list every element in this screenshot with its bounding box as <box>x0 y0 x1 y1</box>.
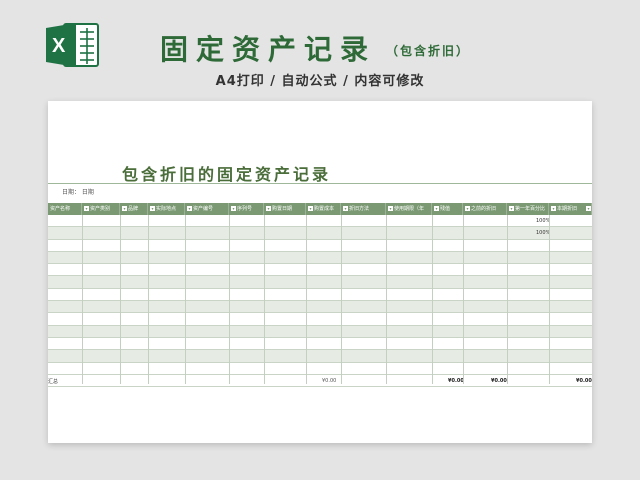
column-gridline <box>148 215 149 384</box>
filter-dropdown-icon[interactable]: ▾ <box>231 206 236 211</box>
table-row[interactable] <box>48 363 592 375</box>
column-header-label: 品牌 <box>128 206 139 212</box>
column-gridline <box>341 215 342 384</box>
filter-dropdown-icon[interactable]: ▾ <box>434 206 439 211</box>
column-header[interactable]: ▾ 之前的折旧 <box>463 203 507 215</box>
filter-dropdown-icon[interactable]: ▾ <box>465 206 470 211</box>
filter-dropdown-icon[interactable]: ▾ <box>150 206 155 211</box>
column-header-label: 之前的折旧 <box>471 206 497 212</box>
column-header[interactable]: ▾ 序列号 <box>229 203 264 215</box>
filter-dropdown-icon[interactable]: ▾ <box>586 206 591 211</box>
asset-table: 资产名称 ▾ 资产类别 ▾ 品牌 ▾ 实际地点 ▾ 资产编号 ▾ 序列号 ▾ 购置日期 ▾ 购置成本 ▾ 折旧方… <box>48 203 592 387</box>
column-header-label: 使用期限（年 <box>394 206 425 212</box>
page-header: X 固定资产记录 （包含折旧） A4打印 / 自动公式 / 内容可修改 <box>0 0 640 100</box>
filter-dropdown-icon[interactable]: ▾ <box>388 206 393 211</box>
filter-dropdown-icon[interactable]: ▾ <box>266 206 271 211</box>
column-header-label: 残值 <box>440 206 451 212</box>
table-row[interactable]: 100% <box>48 215 592 228</box>
tagline: A4打印 / 自动公式 / 内容可修改 <box>215 74 425 89</box>
column-header[interactable]: ▾ 资产编号 <box>185 203 229 215</box>
table-body: 100% 100% 汇总 ¥0.00 ¥0.00 ¥0.00 ¥0.00 <box>48 215 592 387</box>
column-gridline <box>264 215 265 384</box>
filter-dropdown-icon[interactable]: ▾ <box>509 206 514 211</box>
column-header-label: 资产名称 <box>50 206 71 212</box>
column-header[interactable]: ▾ 购置日期 <box>264 203 306 215</box>
title-divider <box>48 183 592 184</box>
filter-dropdown-icon[interactable]: ▾ <box>84 206 89 211</box>
column-header[interactable]: ▾ 第一年百分比 <box>507 203 549 215</box>
total-cost: ¥0.00 <box>322 377 337 384</box>
column-header-label: 实际地点 <box>156 206 177 212</box>
excel-logo-icon: X <box>46 23 99 67</box>
column-header[interactable]: 资产名称 <box>48 203 82 215</box>
page-title: 固定资产记录 <box>160 33 377 66</box>
sheet-title: 包含折旧的固定资产记录 <box>122 165 332 184</box>
column-gridline <box>229 215 230 384</box>
column-gridline <box>306 215 307 384</box>
column-header[interactable]: ▾ 使用期限（年 <box>386 203 432 215</box>
column-gridline <box>185 215 186 384</box>
column-header[interactable]: ▾ 残值 <box>432 203 463 215</box>
filter-dropdown-icon[interactable]: ▾ <box>343 206 348 211</box>
column-header[interactable]: ▾ 购置成本 <box>306 203 341 215</box>
column-header-label: 购置日期 <box>272 206 293 212</box>
column-header[interactable]: ▾ 资产类别 <box>82 203 120 215</box>
date-label: 日期： 日期 <box>62 189 94 196</box>
table-row[interactable] <box>48 350 592 363</box>
column-header-label: 序列号 <box>237 206 253 212</box>
filter-dropdown-icon[interactable]: ▾ <box>308 206 313 211</box>
column-gridline <box>432 215 433 384</box>
column-gridline <box>82 215 83 384</box>
column-header[interactable]: ▾ 品牌 <box>120 203 148 215</box>
total-current: ¥0.00 <box>576 377 592 384</box>
column-gridline <box>507 215 508 384</box>
spreadsheet-preview: 包含折旧的固定资产记录 日期： 日期 资产名称 ▾ 资产类别 ▾ 品牌 ▾ 实际地点 ▾ 资产编… <box>48 101 592 443</box>
total-salvage: ¥0.00 <box>448 377 464 384</box>
table-row[interactable] <box>48 338 592 351</box>
table-row[interactable]: 100% <box>48 227 592 240</box>
filter-dropdown-icon[interactable]: ▾ <box>122 206 127 211</box>
column-gridline <box>549 215 550 384</box>
table-header-row: 资产名称 ▾ 资产类别 ▾ 品牌 ▾ 实际地点 ▾ 资产编号 ▾ 序列号 ▾ 购置日期 ▾ 购置成本 ▾ 折旧方… <box>48 203 592 215</box>
column-header[interactable]: ▾ 实际地点 <box>148 203 185 215</box>
column-header-label: 资产编号 <box>193 206 214 212</box>
column-gridline <box>463 215 464 384</box>
column-header-label: 购置成本 <box>314 206 335 212</box>
column-gridline <box>120 215 121 384</box>
page-subtitle: （包含折旧） <box>386 44 471 58</box>
column-header-label: 第一年百分比 <box>515 206 546 212</box>
total-row: 汇总 ¥0.00 ¥0.00 ¥0.00 ¥0.00 <box>48 374 592 387</box>
table-row[interactable] <box>48 264 592 277</box>
table-row[interactable] <box>48 276 592 289</box>
table-row[interactable] <box>48 325 592 338</box>
table-row[interactable] <box>48 313 592 326</box>
column-gridline <box>386 215 387 384</box>
total-previous: ¥0.00 <box>491 377 507 384</box>
column-header[interactable]: ▾ 折旧方法 <box>341 203 386 215</box>
total-label: 汇总 <box>48 378 59 385</box>
svg-text:X: X <box>52 35 66 57</box>
filter-dropdown-icon[interactable]: ▾ <box>551 206 556 211</box>
column-header-label: 折旧方法 <box>349 206 370 212</box>
table-row[interactable] <box>48 251 592 265</box>
filter-dropdown-icon[interactable]: ▾ <box>187 206 192 211</box>
column-header-label: 本期折旧 <box>557 206 578 212</box>
column-header-label: 资产类别 <box>90 206 111 212</box>
table-row[interactable] <box>48 289 592 302</box>
table-row[interactable] <box>48 240 592 252</box>
table-row[interactable] <box>48 301 592 314</box>
